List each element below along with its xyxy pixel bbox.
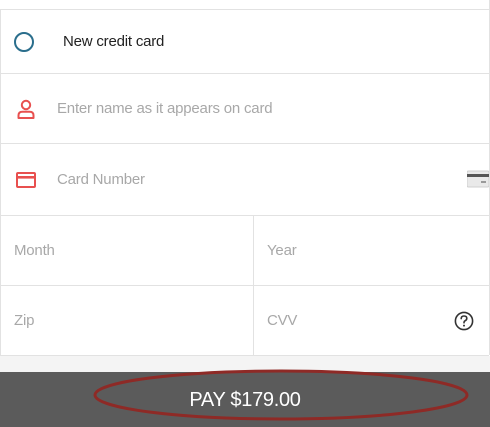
month-field[interactable]: Month xyxy=(1,216,254,285)
year-placeholder: Year xyxy=(267,242,297,259)
help-circle-icon[interactable] xyxy=(454,311,474,331)
cvv-field[interactable]: CVV xyxy=(254,286,489,355)
cardholder-name-field[interactable]: Enter name as it appears on card xyxy=(0,73,489,143)
cvv-placeholder: CVV xyxy=(267,312,298,329)
month-placeholder: Month xyxy=(14,242,55,259)
new-credit-card-label: New credit card xyxy=(63,33,165,50)
new-credit-card-option[interactable]: New credit card xyxy=(0,9,489,73)
credit-card-icon xyxy=(16,170,36,190)
expiry-row: Month Year xyxy=(0,215,489,285)
zip-field[interactable]: Zip xyxy=(1,286,254,355)
cardholder-name-placeholder: Enter name as it appears on card xyxy=(57,100,273,117)
card-number-field[interactable]: Card Number xyxy=(0,143,490,215)
user-icon xyxy=(16,99,36,119)
pay-button[interactable]: PAY $179.00 xyxy=(0,372,490,427)
form-footer-spacer xyxy=(0,356,490,372)
radio-unselected-icon[interactable] xyxy=(14,31,34,52)
year-field[interactable]: Year xyxy=(254,216,489,285)
pay-button-label: PAY $179.00 xyxy=(189,389,301,411)
card-chip-icon xyxy=(466,170,490,188)
payment-screen: New credit card Enter name as it appears… xyxy=(0,0,490,427)
credit-card-form: New credit card Enter name as it appears… xyxy=(0,0,490,356)
card-number-placeholder: Card Number xyxy=(57,171,145,188)
zip-placeholder: Zip xyxy=(14,312,35,329)
zip-cvv-row: Zip CVV xyxy=(0,285,489,355)
